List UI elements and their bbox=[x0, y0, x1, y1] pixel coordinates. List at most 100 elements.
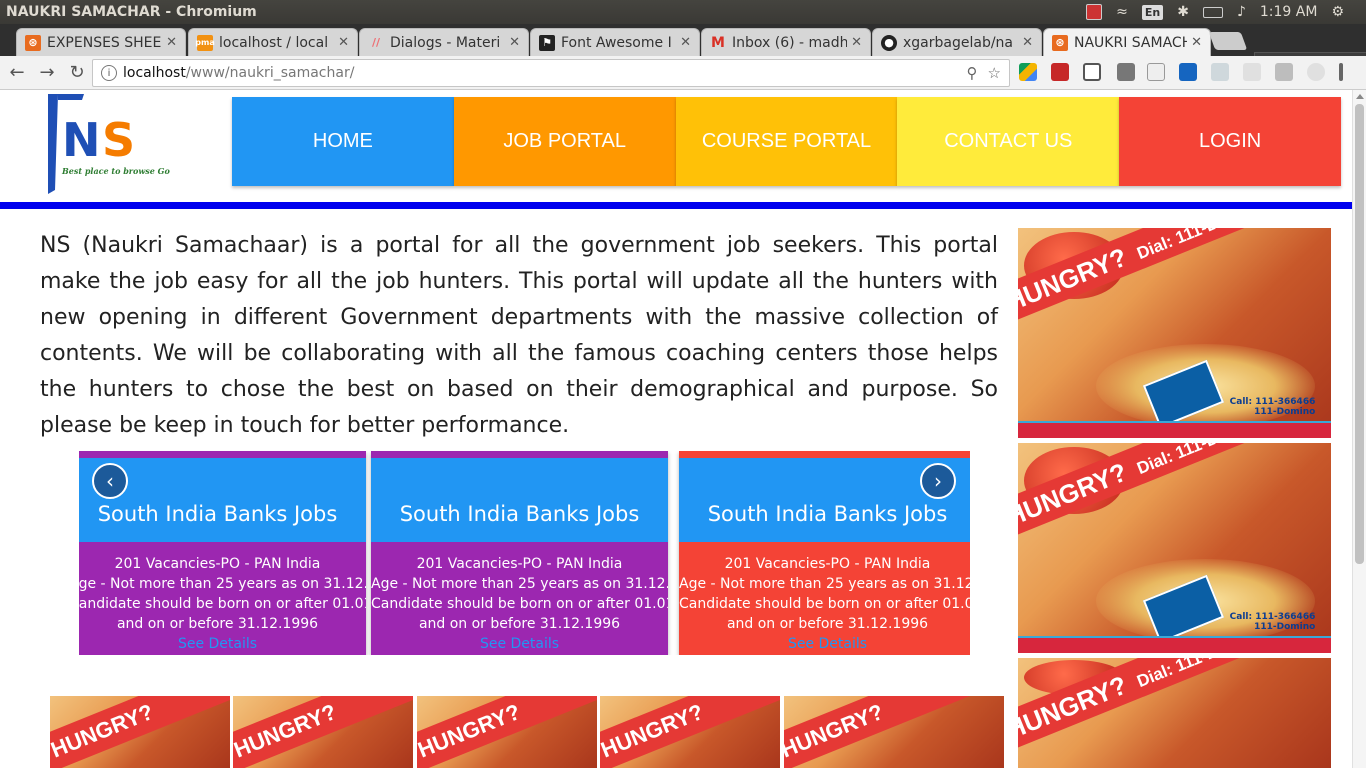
record-icon[interactable] bbox=[1086, 4, 1103, 20]
tab-naukri-samachar[interactable]: ⊛ NAUKRI SAMACH ✕ bbox=[1043, 28, 1211, 56]
close-icon[interactable]: ✕ bbox=[338, 35, 349, 50]
ad-hungry-text: HUNGRY? bbox=[233, 699, 340, 763]
see-details-link[interactable]: See Details bbox=[371, 634, 668, 654]
pizza-ad-thumbnail[interactable]: HUNGRY? bbox=[600, 696, 780, 768]
tab-dialogs-materialize[interactable]: // Dialogs - Materi ✕ bbox=[359, 28, 529, 56]
job-card-born: Candidate should be born on or after 01.… bbox=[79, 596, 366, 612]
ad-headline: HUNGRY? bbox=[784, 696, 1004, 768]
job-card-title: South India Banks Jobs bbox=[371, 451, 668, 542]
address-bar[interactable]: i localhost/www/naukri_samachar/ ⚲ ☆ bbox=[92, 59, 1010, 87]
zoom-icon[interactable]: ⚲ bbox=[967, 64, 978, 82]
ad-dial-text: Dial: 111-DOMINO bbox=[1134, 228, 1274, 263]
tab-phpmyadmin[interactable]: pma localhost / local ✕ bbox=[188, 28, 358, 56]
job-card-range: and on or before 31.12.1996 bbox=[116, 616, 319, 632]
ad-hungry-text: HUNGRY? bbox=[417, 699, 524, 763]
pizza-ad-banner[interactable]: HUNGRY?Dial: 111-DOMINO bbox=[1018, 658, 1331, 768]
extension-icon[interactable] bbox=[1243, 63, 1261, 81]
tab-label: Inbox (6) - madh bbox=[732, 34, 848, 51]
pizza-ad-thumbnail[interactable]: HUNGRY? bbox=[784, 696, 1004, 768]
bookmark-star-icon[interactable]: ☆ bbox=[988, 64, 1001, 82]
materialize-icon: // bbox=[371, 36, 381, 49]
bluetooth-icon[interactable]: ✱ bbox=[1177, 4, 1189, 20]
info-icon[interactable]: i bbox=[101, 65, 117, 81]
ad-hungry-text: HUNGRY? bbox=[784, 699, 887, 763]
see-details-link[interactable]: See Details bbox=[679, 634, 970, 654]
nav-home[interactable]: HOME bbox=[232, 97, 454, 186]
close-icon[interactable]: ✕ bbox=[1022, 35, 1033, 50]
scrollbar-thumb[interactable] bbox=[1355, 104, 1364, 564]
settings-extension-icon[interactable] bbox=[1179, 63, 1197, 81]
job-card-age: Age - Not more than 25 years as on 31.12… bbox=[79, 576, 366, 592]
ad-hungry-text: HUNGRY? bbox=[50, 699, 157, 763]
nav-login[interactable]: LOGIN bbox=[1119, 97, 1341, 186]
tab-label: localhost / local bbox=[219, 34, 329, 51]
reload-button[interactable]: ↻ bbox=[64, 60, 90, 86]
extension-icon[interactable] bbox=[1051, 63, 1069, 81]
back-button[interactable]: ← bbox=[4, 60, 30, 86]
wifi-icon[interactable]: ≈ bbox=[1116, 4, 1128, 20]
google-drive-icon[interactable] bbox=[1019, 63, 1037, 81]
close-icon[interactable]: ✕ bbox=[166, 35, 177, 50]
job-card-body: 201 Vacancies-PO - PAN India Age - Not m… bbox=[679, 542, 970, 655]
eyedropper-icon[interactable] bbox=[1117, 63, 1135, 81]
tab-github[interactable]: ● xgarbagelab/na ✕ bbox=[872, 28, 1042, 56]
phpmyadmin-icon: pma bbox=[195, 34, 215, 51]
extension-icon[interactable] bbox=[1275, 63, 1293, 81]
nav-course-portal[interactable]: COURSE PORTAL bbox=[675, 97, 898, 186]
url-text[interactable]: localhost/www/naukri_samachar/ bbox=[123, 65, 967, 81]
extension-icon[interactable] bbox=[1147, 63, 1165, 81]
job-card-body: 201 Vacancies-PO - PAN India Age - Not m… bbox=[371, 542, 668, 655]
system-title-bar: NAUKRI SAMACHAR - Chromium ≈ En ✱ ♪ 1:19… bbox=[0, 0, 1366, 24]
job-card-range: and on or before 31.12.1996 bbox=[726, 616, 929, 632]
gear-icon[interactable]: ⚙ bbox=[1331, 4, 1344, 20]
nav-job-portal[interactable]: JOB PORTAL bbox=[453, 97, 676, 186]
nav-contact-us[interactable]: CONTACT US bbox=[897, 97, 1120, 186]
ad-phone-2: 111-Domino bbox=[1254, 407, 1316, 417]
job-card-title: South India Banks Jobs bbox=[679, 451, 970, 542]
carousel-next-button[interactable]: › bbox=[920, 463, 956, 499]
pizza-ad-banner[interactable]: HUNGRY?Dial: 111-DOMINO Call: 111-366466… bbox=[1018, 228, 1331, 438]
extension-icon[interactable] bbox=[1307, 63, 1325, 81]
volume-icon[interactable]: ♪ bbox=[1237, 4, 1246, 20]
new-tab-button[interactable] bbox=[1208, 32, 1248, 50]
close-icon[interactable]: ✕ bbox=[851, 35, 862, 50]
clock[interactable]: 1:19 AM bbox=[1260, 4, 1318, 20]
tab-expenses-sheet[interactable]: ⊛ EXPENSES SHEE ✕ bbox=[16, 28, 186, 56]
site-logo[interactable]: N S Best place to browse Govt. Jobs bbox=[44, 94, 203, 194]
scroll-up-arrow-icon[interactable] bbox=[1356, 94, 1364, 99]
extension-icon[interactable] bbox=[1211, 63, 1229, 81]
ad-phone: Call: 111-366466 111-Domino bbox=[1230, 397, 1316, 417]
ad-footer bbox=[1018, 421, 1331, 438]
ad-phone-1: Call: 111-366466 bbox=[1229, 612, 1316, 622]
tab-gmail-inbox[interactable]: M Inbox (6) - madh ✕ bbox=[701, 28, 871, 56]
url-path: /www/naukri_samachar/ bbox=[185, 65, 355, 81]
ad-phone-2: 111-Domino bbox=[1254, 622, 1316, 632]
cast-icon[interactable] bbox=[1083, 63, 1101, 81]
close-icon[interactable]: ✕ bbox=[1191, 35, 1202, 50]
close-icon[interactable]: ✕ bbox=[680, 35, 691, 50]
pizza-ad-banner[interactable]: HUNGRY?Dial: 111-DOMINO Call: 111-366466… bbox=[1018, 443, 1331, 653]
tab-label: NAUKRI SAMACH bbox=[1074, 34, 1188, 51]
job-card-vacancies: 201 Vacancies-PO - PAN India bbox=[416, 556, 623, 572]
pizza-ad-thumbnail[interactable]: HUNGRY? bbox=[233, 696, 413, 768]
job-card-vacancies: 201 Vacancies-PO - PAN India bbox=[724, 556, 931, 572]
pizza-ad-thumbnail[interactable]: HUNGRY? bbox=[417, 696, 597, 768]
see-details-link[interactable]: See Details bbox=[79, 634, 366, 654]
tab-font-awesome[interactable]: ⚑ Font Awesome I ✕ bbox=[530, 28, 700, 56]
font-awesome-icon: ⚑ bbox=[539, 34, 555, 51]
window-title: NAUKRI SAMACHAR - Chromium bbox=[6, 4, 257, 20]
keyboard-language[interactable]: En bbox=[1141, 4, 1164, 20]
pizza-ad-thumbnail[interactable]: HUNGRY? bbox=[50, 696, 230, 768]
job-card-title: South India Banks Jobs bbox=[79, 451, 366, 542]
tab-label: Font Awesome I bbox=[561, 34, 672, 51]
logo-tagline: Best place to browse Govt. Jobs bbox=[61, 166, 170, 176]
close-icon[interactable]: ✕ bbox=[509, 35, 520, 50]
gmail-icon: M bbox=[711, 34, 725, 51]
page-scrollbar[interactable] bbox=[1352, 90, 1366, 768]
forward-button[interactable]: → bbox=[34, 60, 60, 86]
menu-icon[interactable] bbox=[1339, 63, 1343, 81]
browser-toolbar: ← → ↻ i localhost/www/naukri_samachar/ ⚲… bbox=[0, 56, 1366, 90]
carousel-prev-button[interactable]: ‹ bbox=[92, 463, 128, 499]
tab-label: Dialogs - Materi bbox=[390, 34, 501, 51]
battery-icon[interactable] bbox=[1202, 6, 1223, 18]
